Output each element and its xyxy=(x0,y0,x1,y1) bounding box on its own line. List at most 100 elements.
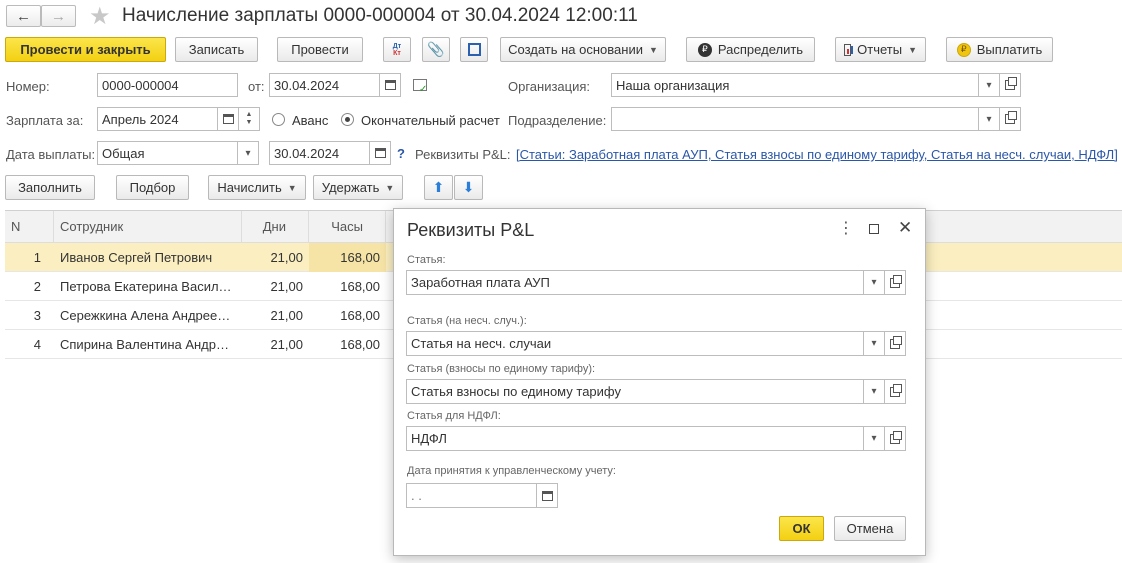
pay-date-field[interactable]: 30.04.2024 xyxy=(269,141,370,165)
ndfl-article-open-button[interactable] xyxy=(884,426,906,451)
pay-date-label: Дата выплаты: xyxy=(6,147,96,162)
post-and-close-button[interactable]: Провести и закрыть xyxy=(5,37,166,62)
calendar-button[interactable] xyxy=(379,73,401,97)
article-field[interactable]: Заработная плата АУП xyxy=(406,270,865,295)
pick-button[interactable]: Подбор xyxy=(116,175,189,200)
row-number: 3 xyxy=(33,308,41,323)
pl-details-link[interactable]: [Статьи: Заработная плата АУП, Статья вз… xyxy=(516,147,1118,162)
structure-button[interactable] xyxy=(460,37,488,62)
ndfl-article-label: Статья для НДФЛ: xyxy=(407,410,501,422)
accident-article-dropdown-button[interactable]: ▾ xyxy=(863,331,885,356)
employee-name: Иванов Сергей Петрович xyxy=(60,250,213,265)
paperclip-icon: 📎 xyxy=(427,41,445,57)
column-header-days[interactable]: Дни xyxy=(242,211,309,243)
period-stepper[interactable]: ▲ ▼ xyxy=(238,107,260,131)
post-button[interactable]: Провести xyxy=(277,37,363,62)
move-down-button[interactable]: ⬇ xyxy=(454,175,483,200)
days-value: 21,00 xyxy=(270,308,303,323)
column-header-hours[interactable]: Часы xyxy=(309,211,386,243)
calendar-icon xyxy=(384,80,396,90)
employee-name: Сережкина Алена Андрее… xyxy=(60,308,231,323)
article-dropdown-button[interactable]: ▾ xyxy=(863,270,885,295)
pay-date-calendar-button[interactable] xyxy=(369,141,391,165)
contributions-article-label: Статья (взносы по единому тарифу): xyxy=(407,363,596,375)
date-field[interactable]: 30.04.2024 xyxy=(269,73,380,97)
hours-value: 168,00 xyxy=(340,279,380,294)
number-field[interactable]: 0000-000004 xyxy=(97,73,238,97)
pay-button[interactable]: ₽ Выплатить xyxy=(946,37,1053,62)
dropdown-caret-icon: ▾ xyxy=(871,277,877,288)
step-down-icon[interactable]: ▼ xyxy=(246,119,253,127)
days-value: 21,00 xyxy=(270,279,303,294)
move-up-button[interactable]: ⬆ xyxy=(424,175,453,200)
column-header-n[interactable]: N xyxy=(5,211,54,243)
cancel-button[interactable]: Отмена xyxy=(834,516,906,541)
pl-details-label: Реквизиты P&L: xyxy=(415,147,511,162)
step-up-icon[interactable]: ▲ xyxy=(246,111,253,119)
withhold-button[interactable]: Удержать ▼ xyxy=(313,175,403,200)
employee-name: Спирина Валентина Андр… xyxy=(60,337,229,352)
help-icon[interactable]: ? xyxy=(397,146,405,161)
salary-for-label: Зарплата за: xyxy=(6,113,84,128)
save-button[interactable]: Записать xyxy=(175,37,258,62)
acceptance-date-calendar-button[interactable] xyxy=(536,483,558,508)
acceptance-date-field[interactable]: . . xyxy=(406,483,538,508)
article-label: Статья: xyxy=(407,254,446,266)
dropdown-caret-icon: ▾ xyxy=(871,338,877,349)
window-title: Начисление зарплаты 0000-000004 от 30.04… xyxy=(122,5,638,26)
organization-field[interactable]: Наша организация xyxy=(611,73,979,97)
reports-button[interactable]: Отчеты ▼ xyxy=(835,37,926,62)
dt-kt-icon: Дт Кт xyxy=(392,42,402,57)
period-calendar-button[interactable] xyxy=(217,107,239,131)
contributions-article-dropdown-button[interactable]: ▾ xyxy=(863,379,885,404)
organization-dropdown-button[interactable]: ▾ xyxy=(978,73,1000,97)
ndfl-article-field[interactable]: НДФЛ xyxy=(406,426,865,451)
ndfl-article-dropdown-button[interactable]: ▾ xyxy=(863,426,885,451)
final-payment-radio[interactable] xyxy=(341,113,354,126)
fill-button[interactable]: Заполнить xyxy=(5,175,95,200)
dialog-title: Реквизиты P&L xyxy=(407,220,535,240)
organization-open-button[interactable] xyxy=(999,73,1021,97)
article-open-button[interactable] xyxy=(884,270,906,295)
attachments-button[interactable]: 📎 xyxy=(422,37,450,62)
department-field[interactable] xyxy=(611,107,979,131)
pay-date-type-field[interactable]: Общая xyxy=(97,141,238,165)
column-header-employee[interactable]: Сотрудник xyxy=(54,211,242,243)
calendar-icon xyxy=(541,490,553,501)
calendar-icon xyxy=(374,148,386,158)
create-basis-button[interactable]: Создать на основании ▼ xyxy=(500,37,666,62)
more-menu-icon[interactable]: ⋮ xyxy=(838,221,854,237)
coin-icon: ₽ xyxy=(956,42,971,57)
dropdown-caret-icon: ▾ xyxy=(871,433,877,444)
dropdown-caret-icon: ▾ xyxy=(986,79,992,91)
accrue-button[interactable]: Начислить ▼ xyxy=(208,175,306,200)
advance-radio[interactable] xyxy=(272,113,285,126)
salary-for-field[interactable]: Апрель 2024 xyxy=(97,107,218,131)
open-icon xyxy=(1005,77,1017,90)
maximize-icon[interactable] xyxy=(869,224,879,234)
employee-name: Петрова Екатерина Васил… xyxy=(60,279,232,294)
dt-kt-button[interactable]: Дт Кт xyxy=(383,37,411,62)
favorite-star-icon[interactable]: ★ xyxy=(89,2,111,31)
ok-button[interactable]: ОК xyxy=(779,516,824,541)
contributions-article-open-button[interactable] xyxy=(884,379,906,404)
pl-details-dialog[interactable]: Реквизиты P&L ⋮ ✕ Статья: Заработная пла… xyxy=(393,208,926,556)
report-chart-icon xyxy=(844,43,853,56)
dropdown-caret-icon: ▼ xyxy=(287,182,297,193)
dropdown-caret-icon: ▼ xyxy=(385,182,395,193)
distribute-button[interactable]: ₽ Распределить xyxy=(686,37,815,62)
department-open-button[interactable] xyxy=(999,107,1021,131)
back-button[interactable]: ← xyxy=(6,5,41,27)
department-label: Подразделение: xyxy=(508,113,607,128)
forward-button[interactable]: → xyxy=(41,5,76,27)
open-icon xyxy=(890,383,902,397)
contributions-article-field[interactable]: Статья взносы по единому тарифу xyxy=(406,379,865,404)
accident-article-open-button[interactable] xyxy=(884,331,906,356)
structure-icon xyxy=(467,43,481,56)
open-icon xyxy=(890,274,902,288)
pay-date-type-dropdown-button[interactable]: ▾ xyxy=(237,141,259,165)
department-dropdown-button[interactable]: ▾ xyxy=(978,107,1000,131)
days-value: 21,00 xyxy=(270,337,303,352)
close-icon[interactable]: ✕ xyxy=(898,219,912,236)
accident-article-field[interactable]: Статья на несч. случаи xyxy=(406,331,865,356)
